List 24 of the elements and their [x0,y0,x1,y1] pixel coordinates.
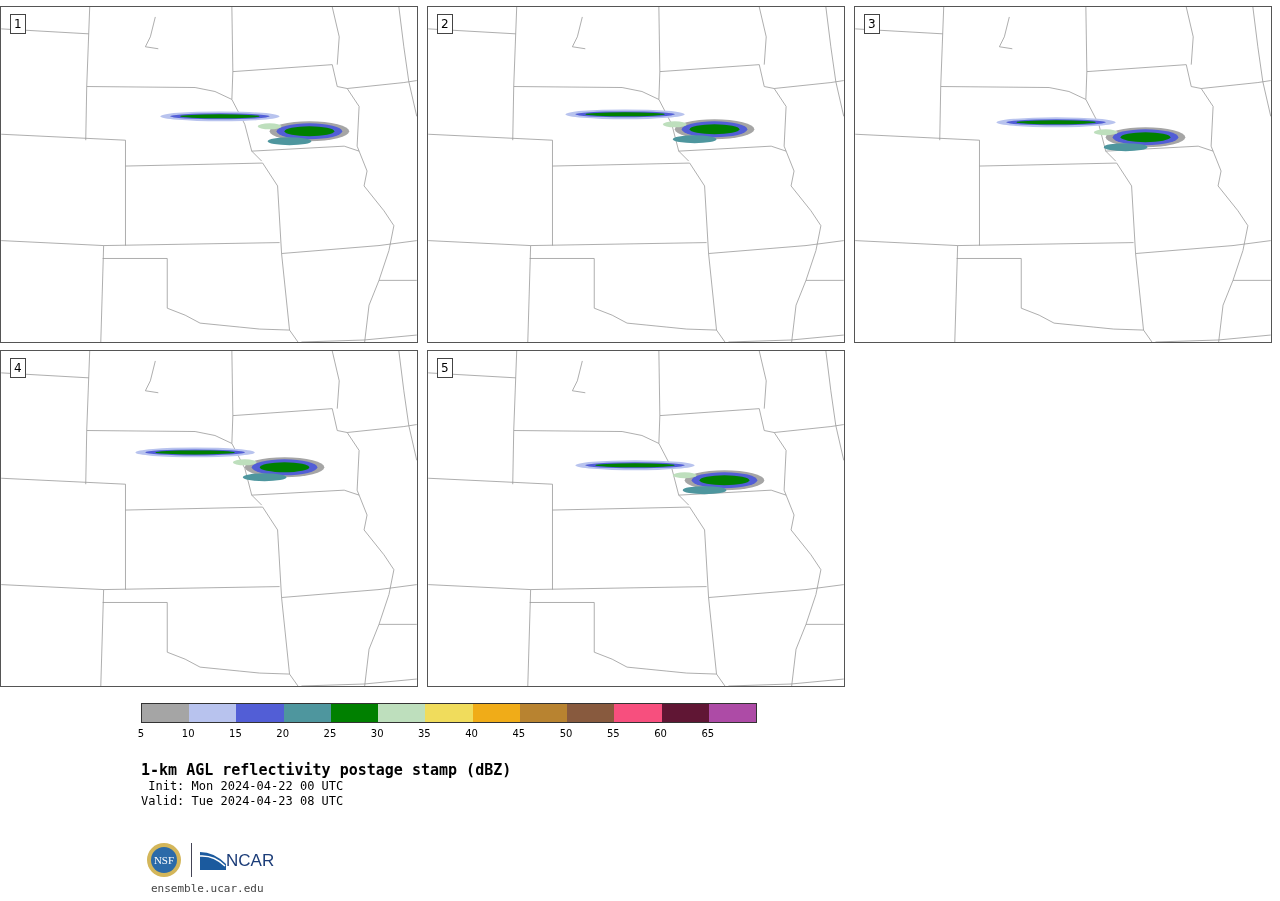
chart-title: 1-km AGL reflectivity postage stamp (dBZ) [141,761,513,779]
tick-label: 40 [465,728,478,739]
tick-label: 60 [654,728,667,739]
ncar-logo: NCAR [200,850,275,870]
panel-number: 2 [437,14,453,34]
valid-time: Valid: Tue 2024-04-23 08 UTC [141,794,345,809]
tick-label: 25 [323,728,337,739]
panel-number: 3 [864,14,880,34]
tick-label: 20 [276,728,290,739]
panel-number: 5 [437,358,453,378]
panel-number: 4 [10,358,26,378]
tick-label: 45 [512,728,526,739]
website-url: ensemble.ucar.edu [151,882,265,895]
init-time: Init: Mon 2024-04-22 00 UTC [147,779,345,794]
tick-label: 10 [181,728,195,739]
tick-label: 15 [229,728,242,739]
tick-label: 35 [418,728,431,739]
panel-number: 1 [10,14,26,34]
nsf-logo: NSF [145,841,183,879]
tick-label: 50 [559,728,573,739]
tick-label: 55 [606,728,620,739]
tick-label: 30 [370,728,384,739]
tick-label: 5 [137,728,145,739]
tick-label: 65 [701,728,715,739]
